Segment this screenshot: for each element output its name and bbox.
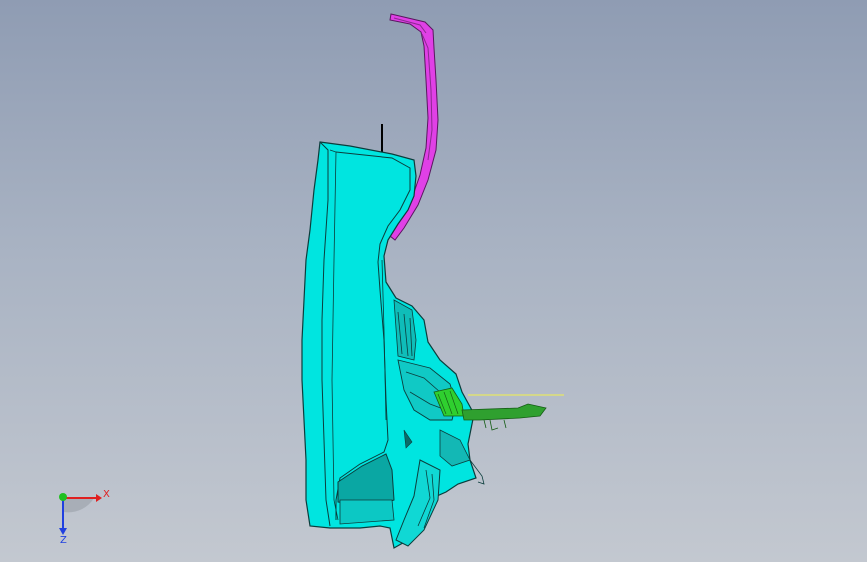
z-axis-label: Z [60,535,67,546]
y-axis-indicator [59,493,67,501]
model-view[interactable]: X Z [0,0,867,562]
main-body-part[interactable] [301,141,485,549]
3d-graphics-viewport[interactable]: X Z [0,0,867,562]
x-axis-label: X [103,489,110,500]
triad-shadow [64,498,94,513]
coordinate-triad: X Z [59,489,110,546]
